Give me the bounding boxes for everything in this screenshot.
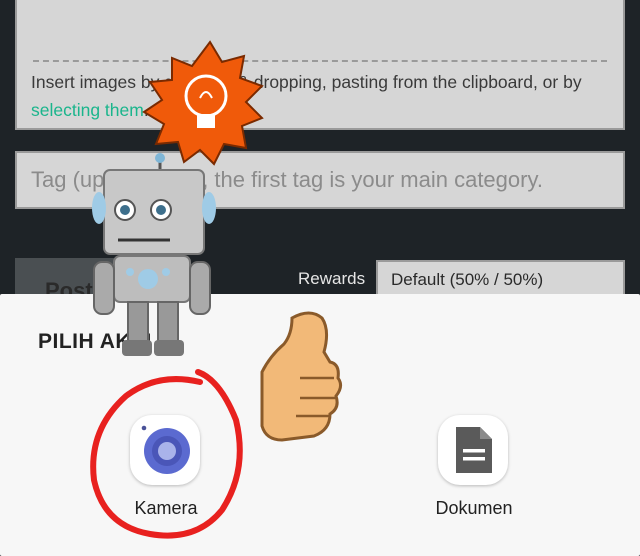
drop-text-before: Insert images by dragging & dropping, pa… <box>31 72 582 92</box>
drop-text-after: . <box>143 100 149 120</box>
document-icon <box>456 427 492 473</box>
tag-placeholder: Tag (up to 5 tags), the first tag is you… <box>31 167 543 192</box>
document-app[interactable] <box>438 415 508 485</box>
drop-divider <box>33 60 607 62</box>
rewards-label: Rewards <box>298 269 366 288</box>
camera-icon <box>141 425 190 474</box>
document-label: Dokumen <box>435 498 513 518</box>
drop-instructions: Insert images by dragging & dropping, pa… <box>31 68 611 124</box>
image-drop-area[interactable]: Insert images by dragging & dropping, pa… <box>15 0 625 130</box>
rewards-value: Default (50% / 50%) <box>391 270 544 289</box>
select-images-link[interactable]: selecting them <box>31 100 144 120</box>
camera-label: Kamera <box>134 498 198 518</box>
sheet-title: PILIH AKSI <box>38 330 152 353</box>
tag-input[interactable]: Tag (up to 5 tags), the first tag is you… <box>15 151 625 209</box>
camera-app[interactable] <box>130 415 200 485</box>
